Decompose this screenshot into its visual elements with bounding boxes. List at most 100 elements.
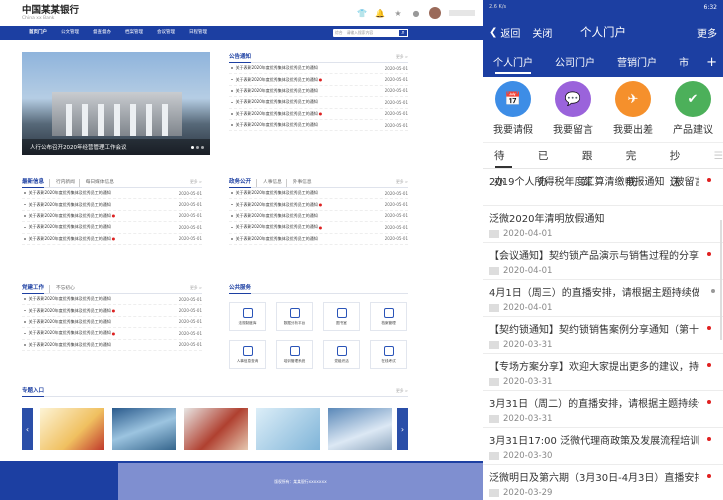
message-item[interactable]: 泛微明日及第六期（3月30日-4月3日）直播安排 2020-03-29 bbox=[483, 465, 723, 500]
list-item[interactable]: 关于表彰2020年度优秀集体及优秀员工的通知 ● 2020-05-01 bbox=[229, 199, 408, 211]
item-title[interactable]: 关于表彰2020年度优秀集体及优秀员工的通知 bbox=[29, 202, 111, 208]
item-title[interactable]: 关于表彰2020年度优秀集体及优秀员工的通知 bbox=[29, 213, 111, 219]
nav-archives[interactable]: 档案管理 bbox=[118, 26, 150, 40]
item-title[interactable]: 关于表彰2020年度优秀集体及优秀员工的通知 bbox=[29, 190, 111, 196]
item-title[interactable]: 关于表彰2020年度优秀集体及优秀员工的通知 bbox=[29, 330, 111, 336]
message-item[interactable]: 3月31日（周二）的直播安排，请根据主题持续做 2020-03-31 bbox=[483, 391, 723, 428]
tab-marketing-portal[interactable]: 营销门户 bbox=[617, 50, 657, 77]
list-item[interactable]: 关于表彰2020年度优秀集体及优秀员工的通知 ● 2020-05-01 bbox=[22, 234, 202, 245]
search-input[interactable]: 综合 请输入搜索内容 ⌕ bbox=[333, 29, 408, 37]
more-button[interactable]: 更多 bbox=[697, 25, 717, 40]
item-title[interactable]: 关于表彰2020年度优秀集体及优秀员工的通知 bbox=[236, 190, 318, 196]
bell-icon[interactable]: 🔔 bbox=[375, 8, 385, 18]
filter-overflow-icon[interactable]: ☰ bbox=[714, 150, 723, 162]
list-item[interactable]: 关于表彰2020年度优秀集体及优秀员工的通知 ● 2020-05-01 bbox=[229, 109, 408, 120]
service-tile[interactable]: 培训管理系统 bbox=[276, 340, 313, 369]
message-item[interactable]: 【契约锁通知】契约锁销售案例分享通知（第十二 2020-03-31 bbox=[483, 317, 723, 354]
service-tile[interactable]: 在线考试 bbox=[370, 340, 407, 369]
latest-more-link[interactable]: 更多 > bbox=[190, 179, 202, 187]
quick-action[interactable]: ✈ 我要出差 bbox=[603, 81, 663, 142]
item-title[interactable]: 关于表彰2020年度优秀集体及优秀员工的通知 bbox=[236, 122, 318, 128]
item-title[interactable]: 关于表彰2020年度优秀集体及优秀员工的通知 bbox=[236, 213, 318, 219]
item-title[interactable]: 关于表彰2020年度优秀集体及优秀员工的通知 bbox=[29, 319, 111, 325]
list-item[interactable]: 关于表彰2020年度优秀集体及优秀员工的通知 2020-05-01 bbox=[229, 188, 408, 200]
filter-completed[interactable]: 完成 bbox=[626, 143, 645, 188]
service-tile[interactable]: 数据分析平台 bbox=[276, 302, 313, 331]
quick-action[interactable]: 💬 我要留言 bbox=[543, 81, 603, 142]
tab-company-portal[interactable]: 公司门户 bbox=[555, 50, 595, 77]
carousel-dots[interactable] bbox=[191, 146, 204, 149]
item-title[interactable]: 关于表彰2020年度优秀集体及优秀员工的通知 bbox=[29, 296, 111, 302]
list-item[interactable]: 关于表彰2020年度优秀集体及优秀员工的通知 2020-05-01 bbox=[229, 97, 408, 109]
nav-supervision[interactable]: 督查督办 bbox=[86, 26, 118, 40]
message-item[interactable]: 泛微2020年清明放假通知 2020-04-01 bbox=[483, 206, 723, 243]
topic-card[interactable] bbox=[184, 408, 248, 450]
service-tile[interactable]: 党组织活 bbox=[323, 340, 360, 369]
list-item[interactable]: 关于表彰2020年度优秀集体及优秀员工的通知 2020-05-01 bbox=[22, 340, 202, 351]
service-tile[interactable]: 档案管理 bbox=[370, 302, 407, 331]
filter-done[interactable]: 已办 bbox=[538, 143, 557, 188]
news-banner[interactable]: 人行公布召开2020年经营管理工作会议 bbox=[22, 52, 210, 155]
item-title[interactable]: 关于表彰2020年度优秀集体及优秀员工的通知 bbox=[236, 236, 318, 242]
message-item[interactable]: 3月31日17:00 泛微代理商政策及发展流程培训（ 2020-03-30 bbox=[483, 428, 723, 465]
bank-logo[interactable]: 中国某某银行 China xx Bank bbox=[22, 5, 79, 21]
nav-schedule[interactable]: 日程管理 bbox=[182, 26, 214, 40]
list-item[interactable]: 关于表彰2020年度优秀集体及优秀员工的通知 2020-05-01 bbox=[22, 188, 202, 200]
tab-market-portal[interactable]: 市 bbox=[679, 50, 689, 77]
message-item[interactable]: 【会议通知】契约锁产品演示与销售过程的分享 2020-04-01 bbox=[483, 243, 723, 280]
notice-more-link[interactable]: 更多 > bbox=[396, 54, 408, 62]
list-item[interactable]: 关于表彰2020年度优秀集体及优秀员工的通知 2020-05-01 bbox=[22, 199, 202, 211]
quick-action[interactable]: ✔ 产品建议 bbox=[663, 81, 723, 142]
nav-documents[interactable]: 公文管理 bbox=[54, 26, 86, 40]
item-title[interactable]: 关于表彰2020年度优秀集体及优秀员工的通知 bbox=[236, 77, 318, 83]
list-item[interactable]: 关于表彰2020年度优秀集体及优秀员工的通知 2020-05-01 bbox=[229, 63, 408, 75]
service-tile[interactable]: 人事信息查询 bbox=[229, 340, 266, 369]
party-more-link[interactable]: 更多 > bbox=[190, 285, 202, 293]
item-title[interactable]: 关于表彰2020年度优秀集体及优秀员工的通知 bbox=[236, 99, 318, 105]
topics-more-link[interactable]: 更多 > bbox=[396, 388, 408, 396]
nav-meetings[interactable]: 会议管理 bbox=[150, 26, 182, 40]
topic-card[interactable] bbox=[40, 408, 104, 450]
list-item[interactable]: 关于表彰2020年度优秀集体及优秀员工的通知 ● 2020-05-01 bbox=[22, 305, 202, 317]
gov-more-link[interactable]: 更多 > bbox=[396, 179, 408, 187]
tab-personnel[interactable]: 人事信息 bbox=[256, 179, 286, 187]
list-item[interactable]: 关于表彰2020年度优秀集体及优秀员工的通知 ● 2020-05-01 bbox=[22, 211, 202, 223]
list-item[interactable]: 关于表彰2020年度优秀集体及优秀员工的通知 2020-05-01 bbox=[22, 222, 202, 234]
topics-prev-button[interactable]: ‹ bbox=[22, 408, 33, 450]
add-tab-icon[interactable]: + bbox=[706, 56, 717, 70]
tab-foreign[interactable]: 外事信息 bbox=[285, 179, 316, 187]
list-item[interactable]: 关于表彰2020年度优秀集体及优秀员工的通知 2020-05-01 bbox=[22, 317, 202, 329]
filter-todo[interactable]: 待办 bbox=[494, 143, 513, 188]
topic-card[interactable] bbox=[112, 408, 176, 450]
filter-tracking[interactable]: 跟踪 bbox=[582, 143, 601, 188]
list-item[interactable]: 关于表彰2020年度优秀集体及优秀员工的通知 2020-05-01 bbox=[229, 211, 408, 223]
topic-card[interactable] bbox=[328, 408, 392, 450]
item-title[interactable]: 关于表彰2020年度优秀集体及优秀员工的通知 bbox=[236, 202, 318, 208]
star-icon[interactable]: ★ bbox=[393, 8, 403, 18]
search-icon[interactable]: ⌕ bbox=[398, 29, 408, 37]
tab-bank-news[interactable]: 行内新闻 bbox=[49, 179, 79, 187]
list-item[interactable]: 关于表彰2020年度优秀集体及优秀员工的通知 ● 2020-05-01 bbox=[229, 222, 408, 234]
item-title[interactable]: 关于表彰2020年度优秀集体及优秀员工的通知 bbox=[236, 88, 318, 94]
service-tile[interactable]: 法规制度库 bbox=[229, 302, 266, 331]
item-title[interactable]: 关于表彰2020年度优秀集体及优秀员工的通知 bbox=[29, 342, 111, 348]
service-tile[interactable]: 图书室 bbox=[323, 302, 360, 331]
item-title[interactable]: 关于表彰2020年度优秀集体及优秀员工的通知 bbox=[29, 308, 111, 314]
list-item[interactable]: 关于表彰2020年度优秀集体及优秀员工的通知 2020-05-01 bbox=[229, 86, 408, 98]
message-item[interactable]: 【专场方案分享】欢迎大家提出更多的建议，持续 2020-03-31 bbox=[483, 354, 723, 391]
list-item[interactable]: 关于表彰2020年度优秀集体及优秀员工的通知 2020-05-01 bbox=[22, 294, 202, 306]
nav-home[interactable]: 首页门户 bbox=[22, 26, 54, 40]
item-title[interactable]: 关于表彰2020年度优秀集体及优秀员工的通知 bbox=[29, 236, 111, 242]
shirt-icon[interactable]: 👕 bbox=[357, 8, 367, 18]
topics-next-button[interactable]: › bbox=[397, 408, 408, 450]
search-scope[interactable]: 综合 bbox=[335, 30, 343, 36]
item-title[interactable]: 关于表彰2020年度优秀集体及优秀员工的通知 bbox=[29, 224, 111, 230]
item-title[interactable]: 关于表彰2020年度优秀集体及优秀员工的通知 bbox=[236, 65, 318, 71]
topic-card[interactable] bbox=[256, 408, 320, 450]
item-title[interactable]: 关于表彰2020年度优秀集体及优秀员工的通知 bbox=[236, 224, 318, 230]
message-item[interactable]: 4月1日（周三）的直播安排，请根据主题持续做 2020-04-01 bbox=[483, 280, 723, 317]
tab-original-aspiration[interactable]: 不忘初心 bbox=[49, 285, 79, 293]
scrollbar[interactable] bbox=[720, 220, 722, 340]
back-arrow-icon[interactable]: ❮ bbox=[489, 27, 497, 38]
list-item[interactable]: 关于表彰2020年度优秀集体及优秀员工的通知 2020-05-01 bbox=[229, 234, 408, 245]
